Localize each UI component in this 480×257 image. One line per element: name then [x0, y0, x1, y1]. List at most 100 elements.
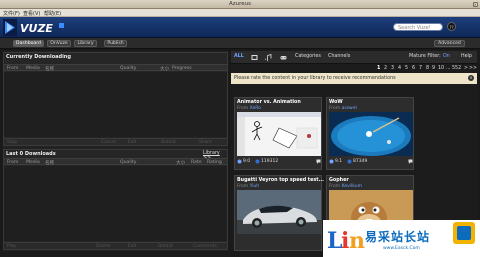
menu-view[interactable]: 查看(V) — [23, 10, 40, 17]
next-page-button[interactable]: > — [464, 66, 468, 71]
details-button[interactable]: Details — [158, 244, 173, 249]
panel-title: Last 0 Downloads — [6, 151, 56, 157]
card-title[interactable]: WoW — [329, 100, 343, 105]
page-ellipsis: ... — [446, 66, 451, 71]
edit-button[interactable]: Edit — [128, 244, 137, 249]
col-from[interactable]: From — [7, 66, 18, 71]
col-quality[interactable]: Quality — [120, 160, 136, 165]
delete-button[interactable]: Delete — [96, 244, 110, 249]
card-from: From Kevilkum — [329, 183, 362, 189]
help-link[interactable]: Help — [461, 54, 472, 59]
tab-publish[interactable]: Publish — [104, 40, 127, 47]
app-window: Azureus × 文件(F) 查看(V) 帮助(E) VUZE Search … — [0, 0, 480, 257]
edit-button[interactable]: Edit — [128, 140, 137, 145]
col-size[interactable]: 大小 — [160, 66, 169, 72]
main-nav: Dashboard OnVuze Library Publish Advance… — [0, 38, 480, 49]
download-list[interactable] — [4, 72, 227, 137]
mature-filter-toggle[interactable]: On — [443, 54, 450, 59]
cancel-button[interactable]: Cancel — [101, 140, 116, 145]
page-3[interactable]: 3 — [391, 66, 394, 71]
page-9[interactable]: 9 — [432, 66, 435, 71]
notice-text: Please rate the content in your library … — [234, 76, 396, 81]
mature-filter-label: Mature Filter: — [409, 54, 441, 59]
col-media[interactable]: Media — [26, 160, 40, 165]
advanced-button[interactable]: Advanced — [434, 40, 465, 47]
avatar[interactable]: ?? — [447, 22, 456, 31]
tab-dashboard[interactable]: Dashboard — [13, 40, 44, 47]
page-4[interactable]: 4 — [398, 66, 401, 71]
content-card[interactable]: Bugatti Veyron top speed test... From Yi… — [234, 175, 324, 251]
video-icon[interactable] — [251, 54, 258, 61]
menu-file[interactable]: 文件(F) — [3, 10, 20, 17]
svg-text:n: n — [349, 228, 365, 254]
share-button[interactable]: Share — [199, 140, 212, 145]
card-thumbnail[interactable] — [237, 190, 321, 234]
details-button[interactable]: Details — [161, 140, 176, 145]
stop-button[interactable]: Stop — [7, 140, 17, 145]
page-10[interactable]: 10 — [438, 66, 444, 71]
col-media[interactable]: Media — [26, 66, 40, 71]
card-author[interactable]: asswel — [342, 106, 357, 111]
last-page-button[interactable]: >> — [469, 66, 477, 71]
left-column: Currently Downloading From Media 名称 Qual… — [3, 51, 228, 251]
col-quality[interactable]: Quality — [120, 66, 136, 71]
card-from: From XeRo — [237, 105, 261, 111]
col-rating[interactable]: Rating — [207, 160, 222, 165]
channels-link[interactable]: Channels — [328, 54, 350, 59]
page-1[interactable]: 1 — [377, 66, 380, 71]
rating-icon — [237, 159, 242, 164]
card-author[interactable]: Yiuh — [250, 184, 260, 189]
col-rate[interactable]: Rate — [191, 160, 202, 165]
card-author[interactable]: Kevilkum — [342, 184, 362, 189]
music-icon[interactable] — [265, 54, 272, 61]
vuze-logo: VUZE — [3, 19, 64, 36]
tab-onvuze[interactable]: OnVuze — [47, 40, 71, 47]
watermark-text: 易采站长站 — [365, 230, 431, 244]
card-stats: 9.0 119312 — [237, 158, 321, 165]
panel-title: Currently Downloading — [6, 54, 71, 60]
card-views: 87349 — [353, 159, 368, 164]
content-card[interactable]: Animator vs. Animation From XeRo 9.0 119… — [234, 97, 322, 170]
download-history-list[interactable] — [4, 166, 227, 241]
col-progress[interactable]: Progress — [172, 66, 192, 71]
recommendation-notice: Please rate the content in your library … — [231, 73, 477, 84]
col-name[interactable]: 名称 — [45, 66, 54, 72]
card-thumbnail[interactable] — [329, 112, 413, 156]
col-name[interactable]: 名称 — [45, 160, 54, 166]
menu-bar: 文件(F) 查看(V) 帮助(E) — [0, 9, 480, 17]
panel-footer: Stop Cancel Edit Details Share — [4, 138, 227, 145]
filter-all[interactable]: ALL — [234, 54, 244, 59]
page-5[interactable]: 5 — [405, 66, 408, 71]
card-title[interactable]: Bugatti Veyron top speed test... — [237, 178, 324, 183]
play-button[interactable]: Play — [7, 244, 16, 249]
card-thumbnail[interactable] — [237, 112, 321, 156]
game-icon[interactable] — [280, 54, 287, 61]
views-icon — [347, 159, 352, 164]
comment-icon[interactable] — [316, 159, 321, 164]
menu-help[interactable]: 帮助(E) — [44, 10, 61, 17]
page-2[interactable]: 2 — [384, 66, 387, 71]
last-downloads-panel: Last 0 Downloads Library >> From Media 名… — [3, 149, 228, 250]
pagination: 1 2 3 4 5 6 7 8 9 10 ... 552 > >> — [231, 64, 477, 73]
col-from[interactable]: From — [7, 160, 18, 165]
page-last-number[interactable]: 552 — [452, 66, 461, 71]
card-rating: 9.1 — [335, 159, 343, 164]
col-size[interactable]: 大小 — [176, 160, 185, 166]
categories-link[interactable]: Categories — [295, 54, 321, 59]
rating-icon — [329, 159, 334, 164]
page-8[interactable]: 8 — [426, 66, 429, 71]
content-card[interactable]: WoW From asswel 9.1 87349 — [326, 97, 414, 170]
search-input[interactable]: Search Vuze! — [393, 23, 443, 31]
close-icon[interactable]: × — [472, 1, 478, 7]
page-6[interactable]: 6 — [412, 66, 415, 71]
tab-library[interactable]: Library — [74, 40, 97, 47]
card-title[interactable]: Gopher — [329, 178, 349, 183]
title-bar: Azureus × — [0, 0, 480, 9]
card-title[interactable]: Animator vs. Animation — [237, 100, 301, 105]
comment-icon[interactable] — [408, 159, 413, 164]
comments-button[interactable]: Comments — [193, 244, 217, 249]
page-7[interactable]: 7 — [419, 66, 422, 71]
card-author[interactable]: XeRo — [250, 106, 261, 111]
close-icon[interactable]: × — [468, 75, 474, 81]
window-title: Azureus — [228, 1, 251, 7]
